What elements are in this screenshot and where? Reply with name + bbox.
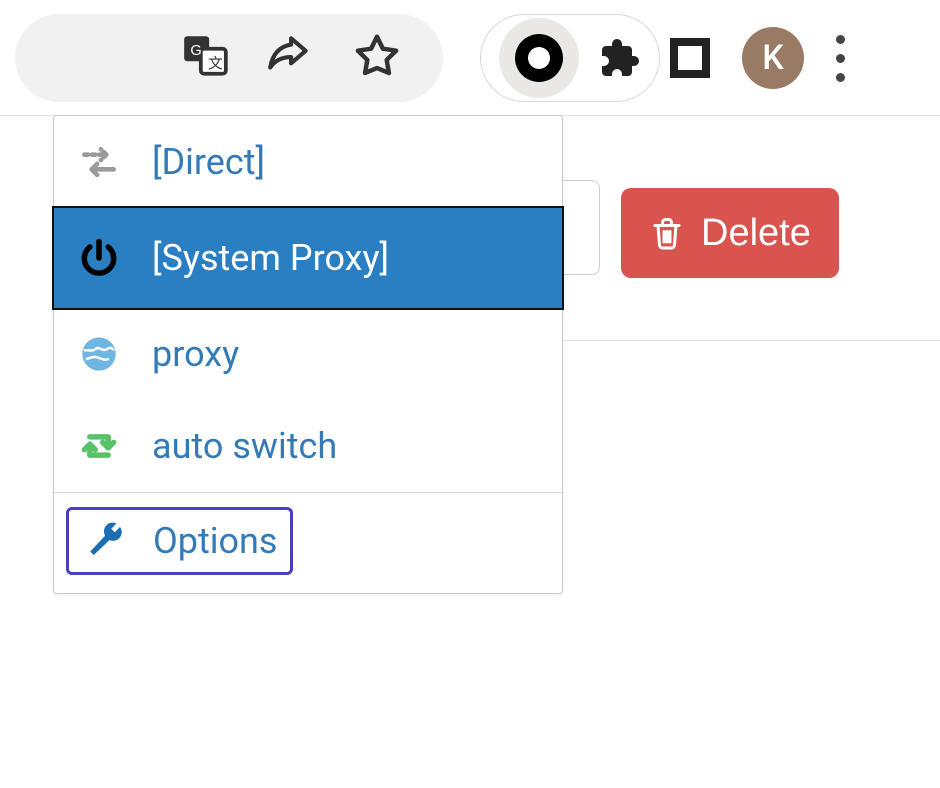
bookmark-star-icon[interactable] — [350, 30, 404, 84]
options-highlight-box: Options — [66, 507, 293, 575]
switchyomega-ring-icon — [515, 34, 563, 82]
menu-item-label: auto switch — [152, 425, 337, 467]
svg-text:文: 文 — [208, 56, 223, 73]
browser-toolbar: G 文 K — [0, 0, 940, 120]
avatar-initial: K — [762, 38, 783, 78]
menu-item-label: proxy — [152, 333, 239, 375]
arrows-swap-icon — [74, 140, 124, 184]
menu-item-system-proxy[interactable]: [System Proxy] — [54, 208, 562, 308]
extension-popup: [Direct] [System Proxy] proxy au — [53, 115, 563, 594]
menu-item-label: [Direct] — [152, 141, 265, 183]
menu-item-options[interactable]: Options — [77, 514, 282, 568]
extensions-pill — [480, 14, 660, 102]
svg-text:G: G — [190, 43, 201, 59]
toolbar-left-icons: G 文 — [0, 0, 443, 120]
profile-avatar[interactable]: K — [742, 27, 804, 89]
menu-item-direct[interactable]: [Direct] — [54, 116, 562, 208]
share-icon[interactable] — [264, 30, 314, 80]
tab-overview-icon[interactable] — [670, 38, 710, 78]
menu-divider — [54, 492, 562, 493]
menu-item-label: [System Proxy] — [152, 237, 389, 279]
browser-menu-button[interactable] — [836, 35, 845, 82]
menu-item-auto-switch[interactable]: auto switch — [54, 400, 562, 492]
menu-item-label: Options — [153, 520, 278, 562]
wrench-icon — [81, 520, 131, 562]
extensions-puzzle-icon[interactable] — [594, 34, 642, 82]
trash-icon — [649, 215, 685, 251]
power-icon — [74, 236, 124, 280]
retweet-icon — [74, 424, 124, 468]
active-extension-button[interactable] — [499, 18, 579, 98]
delete-button[interactable]: Delete — [621, 188, 839, 278]
toolbar-right-icons: K — [670, 14, 845, 102]
globe-icon — [74, 334, 124, 374]
translate-icon[interactable]: G 文 — [180, 30, 230, 80]
page-section-divider — [563, 340, 940, 341]
menu-item-proxy[interactable]: proxy — [54, 308, 562, 400]
delete-button-label: Delete — [701, 212, 811, 255]
